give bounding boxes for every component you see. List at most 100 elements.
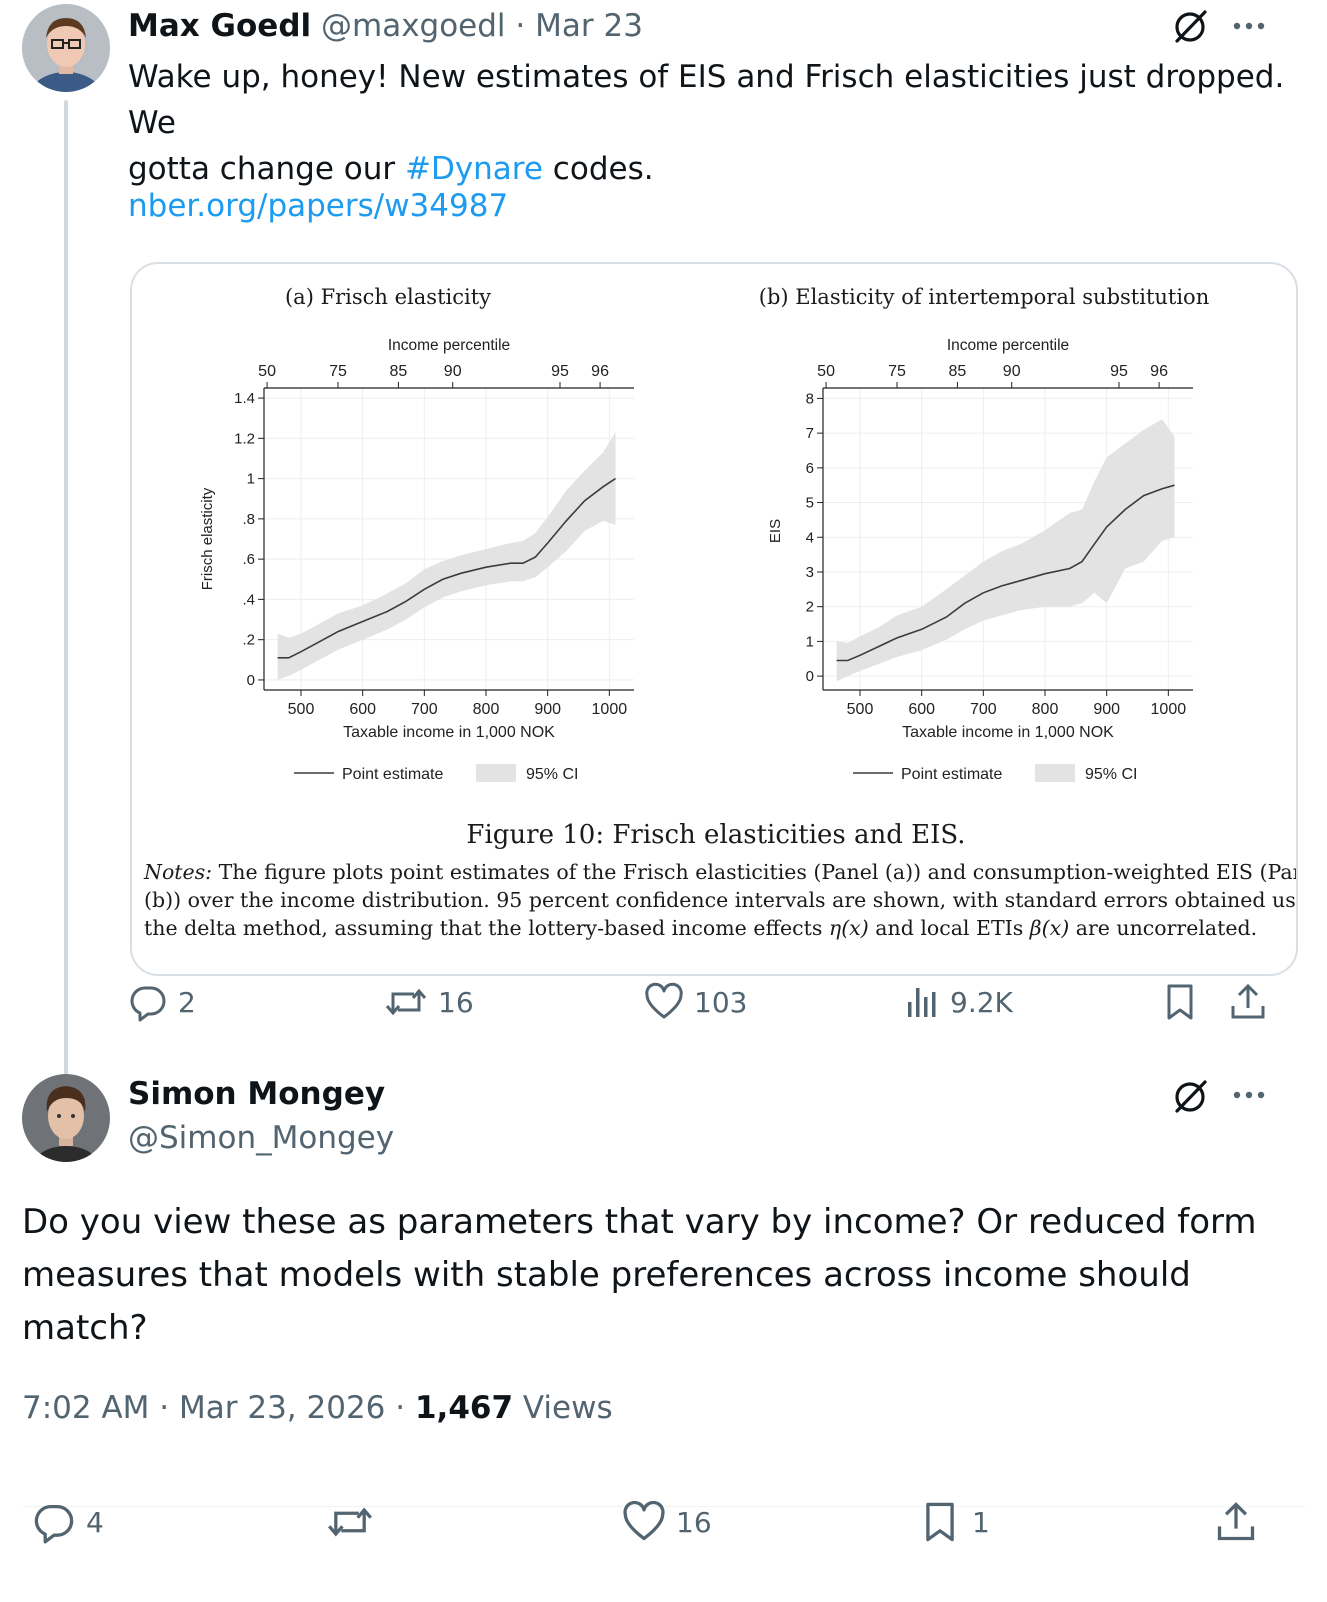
- reply-button[interactable]: 4: [32, 1500, 104, 1544]
- header-separator: ·: [515, 8, 526, 44]
- reply-count: 4: [86, 1505, 104, 1539]
- hashtag-link[interactable]: #Dynare: [405, 151, 543, 187]
- tweet-date[interactable]: Mar 23: [535, 8, 643, 44]
- avatar-image: [22, 4, 110, 92]
- x-tick-label: 500: [847, 701, 874, 718]
- author-handle[interactable]: @maxgoedl: [321, 8, 506, 44]
- tweet2-meta: 7:02 AM · Mar 23, 2026 · 1,467 Views: [22, 1390, 613, 1426]
- notes-text: The figure plots point estimates of the …: [212, 860, 1298, 884]
- views-button[interactable]: 9.2K: [904, 982, 1013, 1022]
- tweet-date[interactable]: Mar 23, 2026: [179, 1390, 385, 1426]
- x-tick-label: 500: [288, 701, 315, 718]
- y-tick-label: .6: [242, 551, 255, 568]
- tweet1-header: Max Goedl @maxgoedl · Mar 23: [128, 8, 643, 44]
- repost-button[interactable]: 16: [384, 982, 474, 1022]
- x-tick-label: 1000: [1151, 701, 1187, 718]
- notes-line1: Notes: The figure plots point estimates …: [144, 858, 1296, 886]
- x-tick-label: 800: [1032, 701, 1059, 718]
- paper-url-link[interactable]: nber.org/papers/w34987: [128, 188, 508, 224]
- heart-icon: [645, 982, 683, 1019]
- top-tick-label: 85: [390, 363, 408, 380]
- text-fragment: gotta change our: [128, 151, 405, 187]
- x-tick-label: 900: [1093, 701, 1120, 718]
- heart-icon: [623, 1500, 665, 1541]
- top-axis-label: Income percentile: [947, 337, 1069, 354]
- legend-label-ci: 95% CI: [526, 766, 578, 783]
- notes-line2: (b)) over the income distribution. 95 pe…: [144, 888, 1298, 912]
- author-handle[interactable]: @Simon_Mongey: [128, 1120, 394, 1156]
- like-button[interactable]: 16: [622, 1500, 712, 1544]
- tweet2-text: Do you view these as parameters that var…: [22, 1196, 1312, 1355]
- y-tick-label: .8: [242, 511, 255, 528]
- y-tick-label: 8: [806, 390, 814, 407]
- top-tick-label: 90: [444, 363, 462, 380]
- avatar-simon-mongey[interactable]: [22, 1074, 110, 1162]
- top-tick-label: 96: [591, 363, 609, 380]
- author-name[interactable]: Simon Mongey: [128, 1076, 385, 1112]
- bookmark-icon: [1167, 984, 1193, 1020]
- y-tick-label: .2: [242, 632, 255, 649]
- x-tick-label: 600: [908, 701, 935, 718]
- more-options-icon[interactable]: [1230, 14, 1270, 38]
- text-fragment: codes.: [542, 151, 654, 187]
- y-axis-label: Frisch elasticity: [199, 487, 216, 590]
- avatar-max-goedl[interactable]: [22, 4, 110, 92]
- top-axis-label: Income percentile: [388, 337, 510, 354]
- reply-count: 2: [178, 985, 196, 1019]
- x-tick-label: 700: [411, 701, 438, 718]
- reply-button[interactable]: 2: [128, 982, 196, 1022]
- repost-count: 16: [438, 985, 474, 1019]
- share-icon: [1231, 983, 1265, 1019]
- share-icon: [1217, 1502, 1255, 1541]
- legend-ci-swatch: [476, 764, 516, 782]
- top-tick-label: 90: [1003, 363, 1021, 380]
- notes-label: Notes:: [144, 860, 213, 884]
- tweet2-text-line1: Do you view these as parameters that var…: [22, 1202, 1257, 1242]
- avatar-image: [22, 1074, 110, 1162]
- views-label: Views: [522, 1390, 613, 1426]
- x-axis-label: Taxable income in 1,000 NOK: [343, 724, 555, 741]
- repost-button[interactable]: [326, 1500, 374, 1544]
- bookmark-button[interactable]: [1160, 982, 1200, 1022]
- tweet-time[interactable]: 7:02 AM: [22, 1390, 149, 1426]
- y-tick-label: 3: [806, 564, 814, 581]
- top-tick-label: 85: [949, 363, 967, 380]
- figure-notes: Notes: The figure plots point estimates …: [144, 858, 1298, 942]
- y-tick-label: 1.4: [234, 390, 255, 407]
- attached-image[interactable]: (a) Frisch elasticity 0.2.4.6.8 1 1.2 1.4 500…: [130, 262, 1298, 976]
- x-tick-label: 700: [970, 701, 997, 718]
- bookmark-count: 1: [972, 1505, 990, 1539]
- x-tick-label: 800: [473, 701, 500, 718]
- bookmark-button[interactable]: 1: [918, 1500, 990, 1544]
- author-name[interactable]: Max Goedl: [128, 8, 311, 44]
- tweet1-text-line2: gotta change our #Dynare codes.: [128, 146, 1298, 192]
- top-tick-label: 50: [817, 363, 835, 380]
- y-tick-label: 1.2: [234, 430, 255, 447]
- tweet2-text-line2: measures that models with stable prefere…: [22, 1255, 1191, 1295]
- like-count: 16: [676, 1505, 712, 1539]
- like-button[interactable]: 103: [644, 982, 747, 1022]
- views-count: 9.2K: [950, 985, 1013, 1019]
- x-axis-label: Taxable income in 1,000 NOK: [902, 724, 1114, 741]
- y-tick-label: 0: [806, 668, 814, 685]
- legend-label-point-estimate: Point estimate: [901, 766, 1002, 783]
- legend-label-point-estimate: Point estimate: [342, 766, 443, 783]
- share-button[interactable]: [1228, 982, 1268, 1022]
- legend-ci-swatch: [1035, 764, 1075, 782]
- notes-line3: the delta method, assuming that the lott…: [144, 914, 1294, 942]
- y-tick-label: 1: [806, 633, 814, 650]
- notes-text: the delta method, assuming that the lott…: [144, 916, 829, 940]
- more-options-icon[interactable]: [1230, 1083, 1270, 1107]
- grok-icon[interactable]: [1170, 6, 1210, 46]
- top-tick-label: 95: [551, 363, 569, 380]
- grok-icon[interactable]: [1170, 1076, 1210, 1116]
- tweet1-text: Wake up, honey! New estimates of EIS and…: [128, 54, 1298, 192]
- top-tick-label: 96: [1150, 363, 1168, 380]
- top-tick-label: 75: [329, 363, 347, 380]
- repost-icon: [385, 988, 427, 1016]
- top-tick-label: 95: [1110, 363, 1128, 380]
- notes-text: and local ETIs: [868, 916, 1030, 940]
- figure-caption: Figure 10: Frisch elasticities and EIS.: [466, 820, 966, 850]
- y-axis-label: EIS: [767, 519, 784, 543]
- share-button[interactable]: [1214, 1500, 1258, 1544]
